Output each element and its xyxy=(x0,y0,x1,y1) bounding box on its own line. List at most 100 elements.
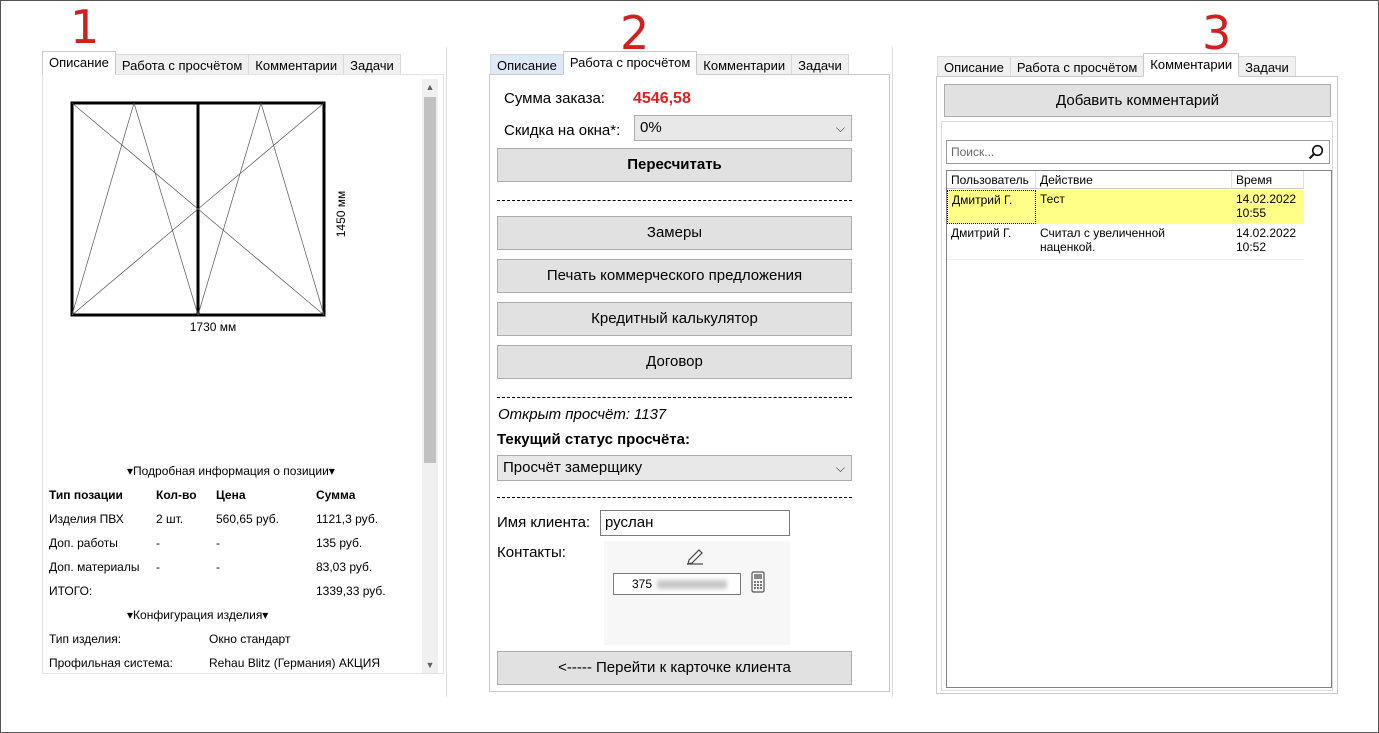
status-label: Текущий статус просчёта: xyxy=(497,431,690,448)
table-cell: Доп. материалы xyxy=(49,560,140,574)
table-row-selected[interactable]: Дмитрий Г. Тест 14.02.2022 10:55 xyxy=(947,190,1304,224)
add-comment-button[interactable]: Добавить комментарий xyxy=(944,84,1331,117)
chevron-down-icon: ⌵ xyxy=(835,121,845,135)
config-label: Тип изделия: xyxy=(49,632,122,646)
credit-calculator-button[interactable]: Кредитный калькулятор xyxy=(497,302,852,336)
search-input[interactable]: Поиск... xyxy=(946,140,1330,164)
go-to-client-card-button[interactable]: <----- Перейти к карточке клиента xyxy=(497,651,852,685)
discount-label: Скидка на окна*: xyxy=(504,122,621,139)
opened-label: Открыт просчёт: xyxy=(498,406,630,423)
table-cell: - xyxy=(216,536,220,550)
table-cell: Изделия ПВХ xyxy=(49,512,124,526)
config-value: Окно стандарт xyxy=(209,632,291,646)
cell-time: 14.02.2022 10:55 xyxy=(1236,192,1297,220)
phone-value: 375 xyxy=(632,577,653,591)
scroll-down-icon[interactable]: ▼ xyxy=(422,657,438,673)
window-drawing xyxy=(70,101,326,317)
pencil-icon[interactable] xyxy=(684,545,706,567)
dashed-separator xyxy=(497,200,852,201)
print-offer-button[interactable]: Печать коммерческого предложения xyxy=(497,259,852,293)
panel2-tabs: Описание Работа с просчётом Комментарии … xyxy=(490,51,849,75)
panel-number-3: 3 xyxy=(1202,6,1232,60)
col-header-sum: Сумма xyxy=(316,488,356,502)
tab-description[interactable]: Описание xyxy=(42,51,116,75)
cell-action: Считал с увеличенной наценкой. xyxy=(1040,226,1165,254)
height-dimension: 1450 мм xyxy=(333,175,349,255)
table-cell: - xyxy=(156,560,160,574)
detail-header[interactable]: ▾Подробная информация о позиции▾ xyxy=(127,464,335,478)
tab-calculation[interactable]: Работа с просчётом xyxy=(1009,56,1145,77)
client-name-input[interactable]: руслан xyxy=(600,510,790,536)
blurred-digits xyxy=(657,580,728,590)
contacts-label: Контакты: xyxy=(497,544,566,561)
contacts-area: 375 xyxy=(604,541,790,645)
cell-action: Тест xyxy=(1040,192,1065,206)
panel2-content: Сумма заказа: 4546,58 Скидка на окна*: 0… xyxy=(489,74,890,692)
panel-number-1: 1 xyxy=(70,0,100,54)
tab-description[interactable]: Описание xyxy=(937,56,1011,77)
phone-input[interactable]: 375 xyxy=(613,573,741,595)
table-cell: 1339,33 руб. xyxy=(316,584,386,598)
contract-button[interactable]: Договор xyxy=(497,345,852,379)
sum-label: Сумма заказа: xyxy=(504,90,605,107)
tab-comments[interactable]: Комментарии xyxy=(248,54,345,75)
width-label: 1730 мм xyxy=(189,320,237,334)
table-cell: 560,65 руб. xyxy=(216,512,279,526)
dashed-separator xyxy=(497,497,852,498)
search-icon[interactable] xyxy=(1308,144,1324,160)
scroll-up-icon[interactable]: ▲ xyxy=(422,79,438,95)
config-header[interactable]: ▾Конфигурация изделия▾ xyxy=(127,608,268,622)
divider xyxy=(446,47,447,697)
panel-number-2: 2 xyxy=(620,6,650,60)
cell-user: Дмитрий Г. xyxy=(947,190,1036,224)
cell-user: Дмитрий Г. xyxy=(951,226,1012,240)
config-label: Профильная система: xyxy=(49,656,173,670)
table-cell: 1121,3 руб. xyxy=(316,512,379,526)
panel3-content: Добавить комментарий Поиск... Пользовате… xyxy=(936,76,1338,694)
table-cell: ИТОГО: xyxy=(49,584,93,598)
table-cell: 135 руб. xyxy=(316,536,363,550)
discount-select[interactable]: 0% ⌵ xyxy=(634,115,852,141)
status-value: Просчёт замерщику xyxy=(503,459,643,476)
measurements-button[interactable]: Замеры xyxy=(497,216,852,250)
sum-value: 4546,58 xyxy=(633,90,691,107)
panel1-tabs: Описание Работа с просчётом Комментарии … xyxy=(42,51,401,75)
tab-calculation[interactable]: Работа с просчётом xyxy=(562,51,698,75)
vertical-scrollbar[interactable]: ▲ ▼ xyxy=(422,79,438,673)
table-row[interactable]: Дмитрий Г. Считал с увеличенной наценкой… xyxy=(947,224,1304,260)
tab-tasks[interactable]: Задачи xyxy=(791,54,849,75)
opened-value: 1137 xyxy=(634,406,667,423)
config-value: Rehau Blitz (Германия) АКЦИЯ xyxy=(209,656,380,670)
panel3-tabs: Описание Работа с просчётом Комментарии … xyxy=(937,53,1296,77)
col-header-time[interactable]: Время xyxy=(1232,171,1304,189)
col-header-user[interactable]: Пользователь xyxy=(947,171,1036,189)
recalculate-button[interactable]: Пересчитать xyxy=(497,148,852,182)
tab-tasks[interactable]: Задачи xyxy=(343,54,401,75)
status-select[interactable]: Просчёт замерщику ⌵ xyxy=(497,455,852,481)
tab-comments[interactable]: Комментарии xyxy=(696,54,793,75)
table-cell: 83,03 руб. xyxy=(316,560,373,574)
col-header-type: Тип позации xyxy=(49,488,123,502)
tab-calculation[interactable]: Работа с просчётом xyxy=(114,54,250,75)
col-header-qty: Кол-во xyxy=(156,488,197,502)
col-header-action[interactable]: Действие xyxy=(1036,171,1232,189)
table-cell: - xyxy=(216,560,220,574)
table-cell: 2 шт. xyxy=(156,512,184,526)
tab-description[interactable]: Описание xyxy=(490,54,564,75)
tab-tasks[interactable]: Задачи xyxy=(1238,56,1296,77)
comments-grid: Пользователь Действие Время Дмитрий Г. Т… xyxy=(946,170,1332,688)
table-cell: Доп. работы xyxy=(49,536,118,550)
table-cell: - xyxy=(156,536,160,550)
scroll-thumb[interactable] xyxy=(424,97,436,463)
client-name-label: Имя клиента: xyxy=(497,514,591,531)
divider xyxy=(892,47,893,697)
height-label: 1450 мм xyxy=(334,190,348,238)
phone-icon[interactable] xyxy=(751,571,765,593)
dashed-separator xyxy=(497,397,852,398)
col-header-price: Цена xyxy=(216,488,246,502)
comments-box: Поиск... Пользователь Действие Время Дми… xyxy=(941,121,1333,691)
tab-comments[interactable]: Комментарии xyxy=(1143,53,1240,77)
cell-time: 14.02.2022 10:52 xyxy=(1236,226,1297,254)
discount-value: 0% xyxy=(640,119,662,136)
chevron-down-icon: ⌵ xyxy=(835,461,845,475)
